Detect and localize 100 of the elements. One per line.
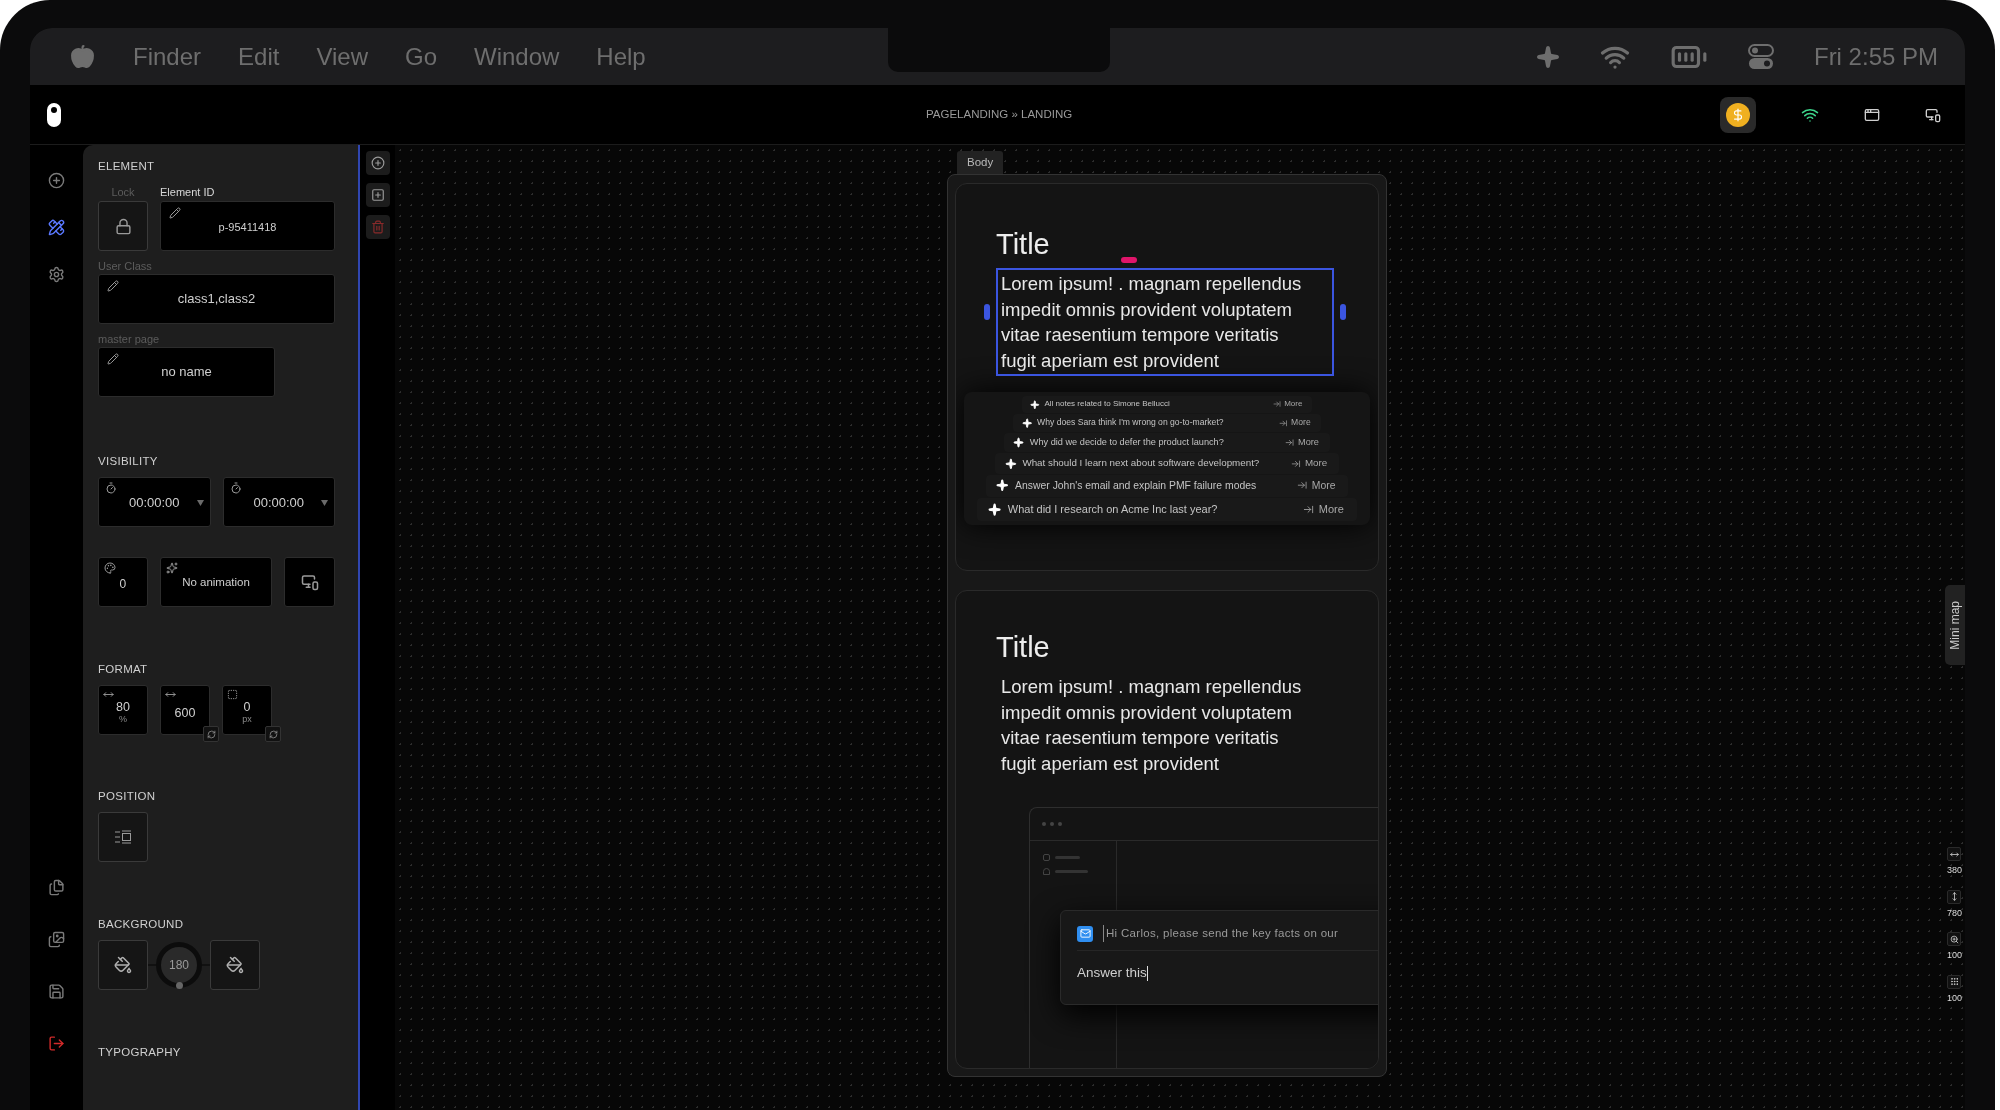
suggestion-text: Why does Sara think I'm wrong on go-to-market? xyxy=(1037,416,1224,430)
animation-dropdown[interactable]: No animation xyxy=(159,557,273,607)
format-value: 600 xyxy=(174,705,196,720)
lock-button[interactable] xyxy=(98,201,148,251)
tool-button[interactable] xyxy=(365,183,390,207)
suggestion-row[interactable]: What did I research on Acme Inc last year? More xyxy=(977,497,1357,521)
control-center-icon[interactable] xyxy=(1747,43,1774,70)
add-icon[interactable] xyxy=(48,172,65,189)
settings-icon[interactable] xyxy=(48,266,65,283)
element-id-label: Element ID xyxy=(160,185,216,199)
section-title: Title xyxy=(996,630,1050,665)
coin-icon xyxy=(1726,102,1750,127)
fill-button[interactable] xyxy=(210,940,260,990)
reply-field[interactable]: Answer this xyxy=(1077,963,1378,984)
view-control-value: 100 xyxy=(1946,991,1962,1005)
height-arrows-icon xyxy=(1950,892,1959,901)
width-arrows-icon xyxy=(1950,849,1959,859)
suggestion-text: Answer John's email and explain PMF failure modes xyxy=(1015,478,1257,493)
align-layout-icon xyxy=(114,830,132,844)
more-link[interactable]: More xyxy=(1304,456,1328,471)
suggestion-text: What did I research on Acme Inc last year? xyxy=(1007,501,1218,517)
view-control-value: 380 xyxy=(1946,864,1962,877)
suggestion-row[interactable]: All notes related to Simone Bellucci More xyxy=(1022,396,1312,413)
frame-add-icon xyxy=(370,188,385,202)
user-class-value: class1,class2 xyxy=(177,290,256,309)
angle-dial[interactable]: 180 xyxy=(156,942,202,988)
tools-icon[interactable] xyxy=(48,219,65,236)
suggestion-row[interactable]: Answer John's email and explain PMF failure modes More xyxy=(986,474,1348,497)
format-field[interactable]: 80 % xyxy=(98,685,148,735)
time-dropdown[interactable]: 00:00:00 xyxy=(98,477,211,527)
position-button[interactable] xyxy=(98,812,148,862)
resize-handle[interactable] xyxy=(984,304,990,320)
sparkle-icon[interactable] xyxy=(1535,44,1560,69)
dropdown-caret-icon xyxy=(321,500,328,506)
more-link[interactable]: More xyxy=(1311,477,1336,494)
format-field[interactable]: 0 px xyxy=(222,685,272,735)
user-class-label: User Class xyxy=(98,259,153,273)
suggestion-row[interactable]: Why did we decide to defer the product launch? More xyxy=(1004,432,1330,453)
reset-icon xyxy=(268,729,278,739)
format-field[interactable]: 600 xyxy=(160,685,210,735)
reset-icon xyxy=(206,729,216,739)
sparkle-icon xyxy=(996,479,1009,492)
breadcrumb[interactable]: PAGELANDING » LANDING xyxy=(926,105,1073,124)
device-button[interactable] xyxy=(284,557,335,607)
devices-icon xyxy=(300,573,319,591)
menu-clock: Fri 2:55 PM xyxy=(1813,41,1938,72)
view-control-button[interactable] xyxy=(1947,889,1962,904)
images-icon[interactable] xyxy=(48,931,65,948)
view-control-button[interactable] xyxy=(1947,847,1962,861)
more-link[interactable]: More xyxy=(1291,416,1311,430)
view-control-value: 100 xyxy=(1946,949,1962,962)
edit-icon xyxy=(107,353,119,365)
paint-bucket-icon xyxy=(226,956,244,974)
sparkle-icon xyxy=(1030,399,1040,410)
animation-value: No animation xyxy=(182,575,250,591)
view-control-button[interactable] xyxy=(1947,974,1962,989)
paint-bucket-icon xyxy=(114,956,132,974)
time-dropdown[interactable]: 00:00:00 xyxy=(222,477,335,527)
section-paragraph: Lorem ipsum! . magnam repellendus impedit omnis provident voluptatem vitae raesentium tempore veritatis fugit aperiam est provident xyxy=(1000,675,1303,776)
edit-icon xyxy=(107,280,119,292)
element-id-field[interactable]: p-95411418 xyxy=(160,201,335,251)
time-value: 00:00:00 xyxy=(253,494,305,513)
suggestion-row[interactable]: Why does Sara think I'm wrong on go-to-market? More xyxy=(1013,413,1321,432)
more-link[interactable]: More xyxy=(1284,398,1303,411)
more-link[interactable]: More xyxy=(1318,500,1344,518)
suggestion-row[interactable]: What should I learn next about software development? More xyxy=(995,453,1339,474)
master-page-value: no name xyxy=(161,363,212,382)
dial-handle[interactable] xyxy=(175,982,183,989)
tool-button[interactable] xyxy=(365,151,390,175)
credits-button[interactable] xyxy=(1720,96,1756,133)
preview-window-icon[interactable] xyxy=(1864,106,1880,123)
resize-handle[interactable] xyxy=(1340,304,1346,320)
exit-icon[interactable] xyxy=(48,1035,65,1052)
sparkle-icon xyxy=(988,502,1002,516)
lock-icon xyxy=(114,217,132,235)
move-handle[interactable] xyxy=(1121,257,1137,263)
suggestion-text: All notes related to Simone Bellucci xyxy=(1044,398,1170,411)
pages-icon[interactable] xyxy=(48,879,65,896)
apple-icon[interactable] xyxy=(70,44,95,69)
section-heading: VISIBILITY xyxy=(98,454,159,468)
save-icon[interactable] xyxy=(48,983,65,1000)
mail-app-icon xyxy=(1077,925,1093,942)
arrow-icon xyxy=(1297,480,1308,491)
arrow-icon xyxy=(1303,503,1315,515)
fill-button[interactable] xyxy=(98,940,148,990)
reset-button[interactable] xyxy=(265,726,281,742)
delay-field[interactable]: 0 xyxy=(98,557,148,607)
view-control-button[interactable] xyxy=(1947,932,1962,946)
more-link[interactable]: More xyxy=(1298,435,1319,450)
mini-map-tab[interactable]: Mini map xyxy=(1945,585,1965,665)
devices-icon[interactable] xyxy=(1925,106,1941,123)
frame-label: Body xyxy=(957,151,1004,174)
effects-icon xyxy=(104,562,116,574)
grid-icon xyxy=(1950,977,1959,986)
width-arrows-icon xyxy=(103,689,114,700)
user-class-field[interactable]: class1,class2 xyxy=(98,274,335,324)
sparkle-icon xyxy=(1004,457,1017,470)
reset-button[interactable] xyxy=(203,726,219,742)
trash-icon xyxy=(370,220,385,234)
master-page-field[interactable]: no name xyxy=(98,347,275,397)
